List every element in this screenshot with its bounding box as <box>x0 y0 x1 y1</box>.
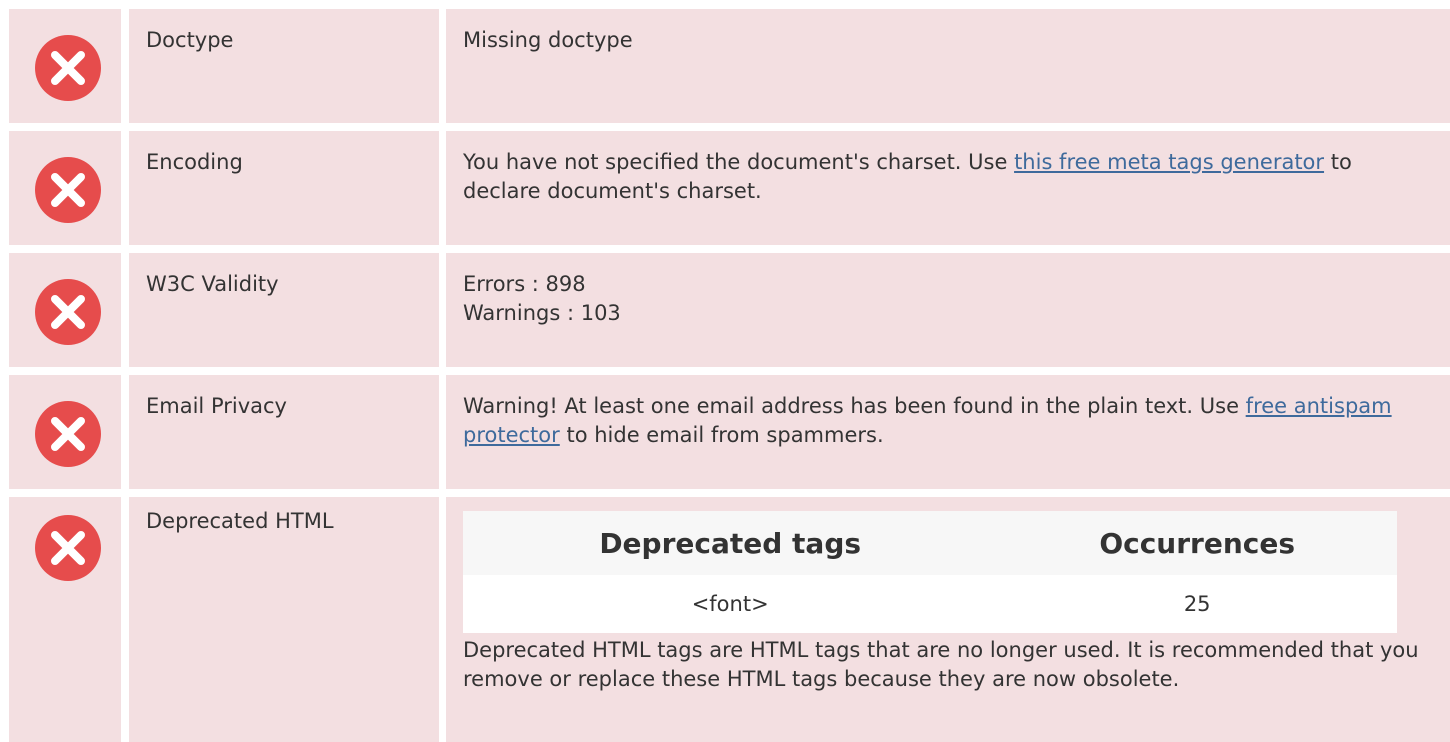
error-circle-x-icon <box>35 401 101 467</box>
table-row: <font> 25 <box>463 575 1397 633</box>
w3c-warnings-count: Warnings : 103 <box>463 301 621 325</box>
row-label: Doctype <box>129 9 439 123</box>
report-row-doctype: Doctype Missing doctype <box>0 9 1450 123</box>
column-header-occurrences: Occurrences <box>997 511 1397 575</box>
report-row-deprecated-html: Deprecated HTML Deprecated tags Occurren… <box>0 497 1450 742</box>
row-label: Encoding <box>129 131 439 245</box>
row-value: Warning! At least one email address has … <box>446 375 1450 489</box>
status-cell <box>9 131 121 245</box>
w3c-errors-count: Errors : 898 <box>463 272 586 296</box>
row-label: Email Privacy <box>129 375 439 489</box>
row-value: Deprecated tags Occurrences <font> 25 De… <box>446 497 1450 742</box>
error-circle-x-icon <box>35 157 101 223</box>
row-value: Errors : 898 Warnings : 103 <box>446 253 1450 367</box>
table-header-row: Deprecated tags Occurrences <box>463 511 1397 575</box>
meta-tags-generator-link[interactable]: this free meta tags generator <box>1014 150 1324 174</box>
error-circle-x-icon <box>35 35 101 101</box>
report-row-w3c-validity: W3C Validity Errors : 898 Warnings : 103 <box>0 253 1450 367</box>
doctype-value: Missing doctype <box>463 28 633 52</box>
status-cell <box>9 253 121 367</box>
column-header-deprecated-tags: Deprecated tags <box>463 511 998 575</box>
occurrences-cell: 25 <box>997 575 1397 633</box>
email-privacy-text-prefix: Warning! At least one email address has … <box>463 394 1246 418</box>
report-row-encoding: Encoding You have not specified the docu… <box>0 131 1450 245</box>
encoding-text-prefix: You have not specified the document's ch… <box>463 150 1015 174</box>
deprecated-tag-cell: <font> <box>463 575 998 633</box>
status-cell <box>9 497 121 742</box>
status-cell <box>9 375 121 489</box>
row-label: Deprecated HTML <box>129 497 439 742</box>
email-privacy-text-suffix: to hide email from spammers. <box>559 423 884 447</box>
row-value: Missing doctype <box>446 9 1450 123</box>
row-label: W3C Validity <box>129 253 439 367</box>
error-circle-x-icon <box>35 279 101 345</box>
row-value: You have not specified the document's ch… <box>446 131 1450 245</box>
deprecated-tags-table: Deprecated tags Occurrences <font> 25 <box>463 511 1397 633</box>
error-circle-x-icon <box>35 515 101 581</box>
report-row-email-privacy: Email Privacy Warning! At least one emai… <box>0 375 1450 489</box>
deprecated-html-note: Deprecated HTML tags are HTML tags that … <box>463 638 1419 691</box>
status-cell <box>9 9 121 123</box>
